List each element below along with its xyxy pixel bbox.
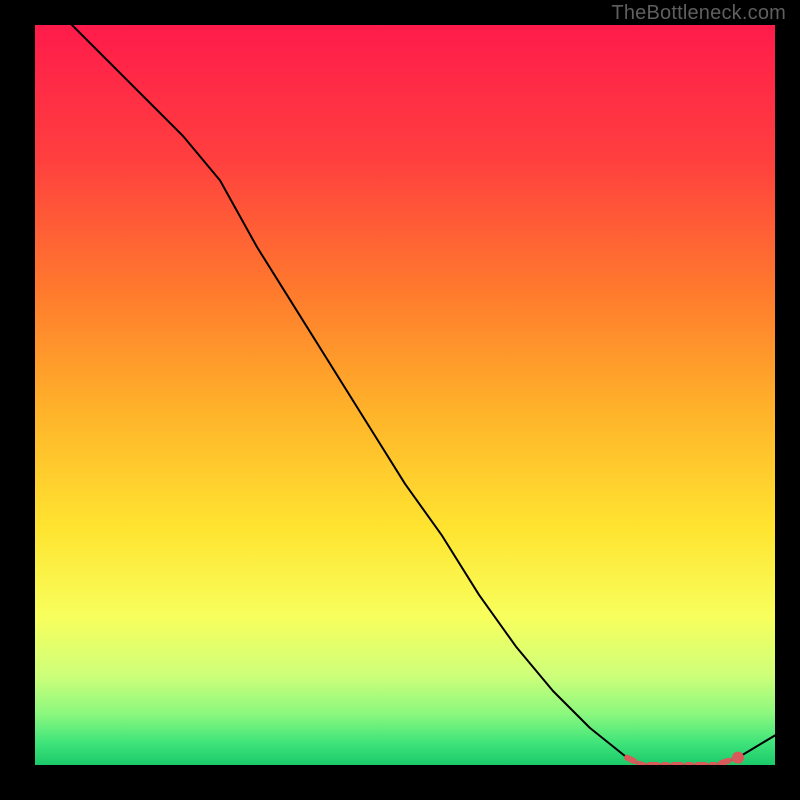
chart-svg: [35, 25, 775, 765]
chart-container: TheBottleneck.com: [0, 0, 800, 800]
watermark-text: TheBottleneck.com: [611, 2, 786, 25]
plot-area: [35, 25, 775, 765]
highlight-endpoint: [732, 752, 744, 764]
chart-background: [35, 25, 775, 765]
